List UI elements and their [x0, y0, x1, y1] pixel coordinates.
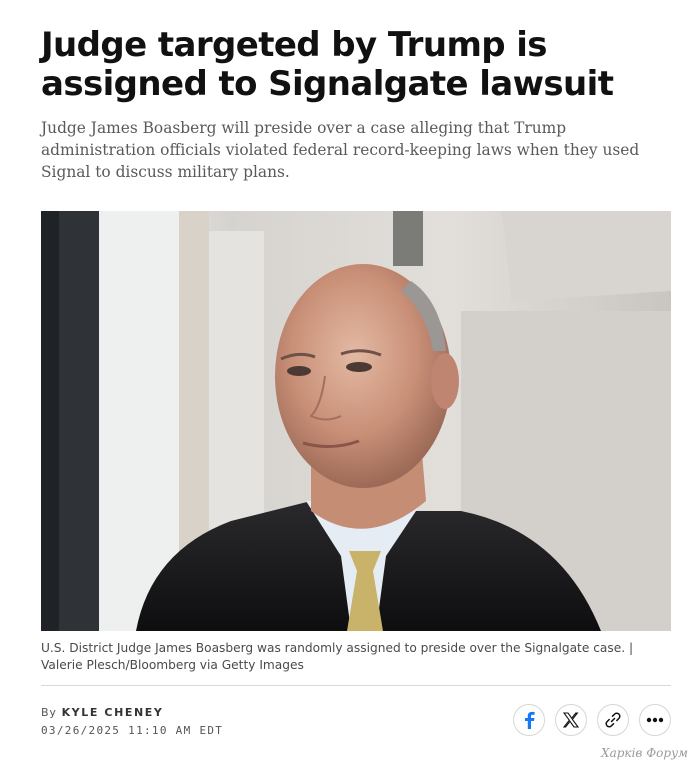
judge-portrait-image: [41, 211, 671, 631]
link-icon: [605, 712, 621, 728]
article-photo: [41, 211, 671, 631]
share-x-button[interactable]: [555, 704, 587, 736]
author-name[interactable]: KYLE CHENEY: [62, 706, 164, 719]
photo-caption: U.S. District Judge James Boasberg was r…: [41, 641, 634, 672]
facebook-icon: [525, 711, 535, 729]
byline: By KYLE CHENEY: [41, 706, 163, 719]
more-icon: [646, 717, 664, 723]
article-dek: Judge James Boasberg will preside over a…: [41, 119, 640, 181]
article: Judge targeted by Trump is assigned to S…: [41, 0, 671, 737]
watermark: Харків Форум: [601, 746, 688, 760]
share-facebook-button[interactable]: [513, 704, 545, 736]
copy-link-button[interactable]: [597, 704, 629, 736]
publish-timestamp: 03/26/2025 11:10 AM EDT: [41, 724, 224, 737]
byline-prefix: By: [41, 706, 57, 719]
x-icon: [563, 712, 579, 728]
divider: [41, 685, 671, 686]
more-options-button[interactable]: [639, 704, 671, 736]
headline: Judge targeted by Trump is assigned to S…: [41, 25, 614, 104]
